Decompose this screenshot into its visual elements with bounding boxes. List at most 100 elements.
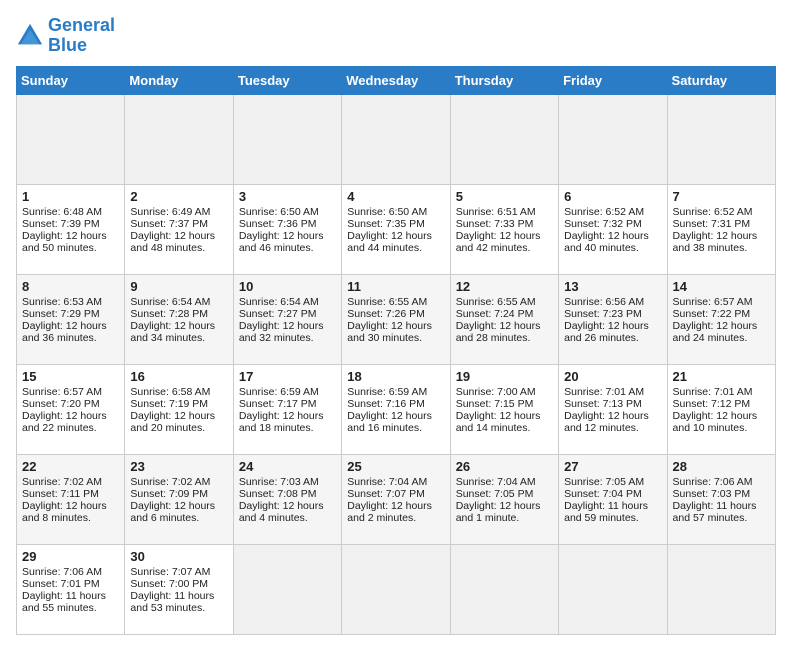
calendar-cell: 14Sunrise: 6:57 AMSunset: 7:22 PMDayligh…	[667, 274, 775, 364]
daylight-text: Daylight: 12 hours and 44 minutes.	[347, 230, 432, 254]
day-number: 21	[673, 369, 770, 384]
calendar-cell: 6Sunrise: 6:52 AMSunset: 7:32 PMDaylight…	[559, 184, 667, 274]
sunrise-text: Sunrise: 6:59 AM	[239, 386, 319, 398]
calendar-cell: 29Sunrise: 7:06 AMSunset: 7:01 PMDayligh…	[17, 544, 125, 634]
column-header-sunday: Sunday	[17, 66, 125, 94]
sunset-text: Sunset: 7:22 PM	[673, 308, 751, 320]
daylight-text: Daylight: 12 hours and 8 minutes.	[22, 500, 107, 524]
column-header-monday: Monday	[125, 66, 233, 94]
sunset-text: Sunset: 7:27 PM	[239, 308, 317, 320]
daylight-text: Daylight: 11 hours and 53 minutes.	[130, 590, 214, 614]
day-number: 12	[456, 279, 553, 294]
calendar-cell	[450, 94, 558, 184]
sunset-text: Sunset: 7:12 PM	[673, 398, 751, 410]
sunset-text: Sunset: 7:24 PM	[456, 308, 534, 320]
day-number: 14	[673, 279, 770, 294]
calendar-cell: 1Sunrise: 6:48 AMSunset: 7:39 PMDaylight…	[17, 184, 125, 274]
sunrise-text: Sunrise: 6:50 AM	[239, 206, 319, 218]
calendar-week-row: 1Sunrise: 6:48 AMSunset: 7:39 PMDaylight…	[17, 184, 776, 274]
calendar-cell: 20Sunrise: 7:01 AMSunset: 7:13 PMDayligh…	[559, 364, 667, 454]
daylight-text: Daylight: 12 hours and 38 minutes.	[673, 230, 758, 254]
sunrise-text: Sunrise: 7:01 AM	[564, 386, 644, 398]
daylight-text: Daylight: 12 hours and 42 minutes.	[456, 230, 541, 254]
day-number: 30	[130, 549, 227, 564]
sunset-text: Sunset: 7:39 PM	[22, 218, 100, 230]
calendar-week-row: 22Sunrise: 7:02 AMSunset: 7:11 PMDayligh…	[17, 454, 776, 544]
sunrise-text: Sunrise: 7:04 AM	[347, 476, 427, 488]
daylight-text: Daylight: 11 hours and 57 minutes.	[673, 500, 757, 524]
sunset-text: Sunset: 7:20 PM	[22, 398, 100, 410]
sunrise-text: Sunrise: 7:03 AM	[239, 476, 319, 488]
daylight-text: Daylight: 12 hours and 16 minutes.	[347, 410, 432, 434]
day-number: 27	[564, 459, 661, 474]
daylight-text: Daylight: 12 hours and 32 minutes.	[239, 320, 324, 344]
calendar-cell	[559, 544, 667, 634]
day-number: 20	[564, 369, 661, 384]
calendar-week-row: 29Sunrise: 7:06 AMSunset: 7:01 PMDayligh…	[17, 544, 776, 634]
calendar-cell: 15Sunrise: 6:57 AMSunset: 7:20 PMDayligh…	[17, 364, 125, 454]
day-number: 4	[347, 189, 444, 204]
calendar-cell	[233, 544, 341, 634]
daylight-text: Daylight: 11 hours and 59 minutes.	[564, 500, 648, 524]
sunset-text: Sunset: 7:35 PM	[347, 218, 425, 230]
sunset-text: Sunset: 7:29 PM	[22, 308, 100, 320]
day-number: 19	[456, 369, 553, 384]
sunrise-text: Sunrise: 6:54 AM	[239, 296, 319, 308]
calendar-cell: 9Sunrise: 6:54 AMSunset: 7:28 PMDaylight…	[125, 274, 233, 364]
daylight-text: Daylight: 12 hours and 12 minutes.	[564, 410, 649, 434]
calendar-cell	[125, 94, 233, 184]
sunrise-text: Sunrise: 7:05 AM	[564, 476, 644, 488]
page-header: General Blue	[16, 16, 776, 56]
sunset-text: Sunset: 7:17 PM	[239, 398, 317, 410]
sunrise-text: Sunrise: 6:55 AM	[456, 296, 536, 308]
calendar-cell	[17, 94, 125, 184]
calendar-header-row: SundayMondayTuesdayWednesdayThursdayFrid…	[17, 66, 776, 94]
sunset-text: Sunset: 7:03 PM	[673, 488, 751, 500]
sunrise-text: Sunrise: 6:55 AM	[347, 296, 427, 308]
sunrise-text: Sunrise: 6:51 AM	[456, 206, 536, 218]
day-number: 22	[22, 459, 119, 474]
day-number: 16	[130, 369, 227, 384]
sunrise-text: Sunrise: 7:02 AM	[22, 476, 102, 488]
daylight-text: Daylight: 12 hours and 28 minutes.	[456, 320, 541, 344]
daylight-text: Daylight: 12 hours and 40 minutes.	[564, 230, 649, 254]
day-number: 2	[130, 189, 227, 204]
calendar-cell	[667, 544, 775, 634]
column-header-wednesday: Wednesday	[342, 66, 450, 94]
calendar-cell: 21Sunrise: 7:01 AMSunset: 7:12 PMDayligh…	[667, 364, 775, 454]
daylight-text: Daylight: 12 hours and 18 minutes.	[239, 410, 324, 434]
daylight-text: Daylight: 12 hours and 24 minutes.	[673, 320, 758, 344]
daylight-text: Daylight: 12 hours and 22 minutes.	[22, 410, 107, 434]
logo-text: General Blue	[48, 16, 115, 56]
sunset-text: Sunset: 7:19 PM	[130, 398, 208, 410]
day-number: 23	[130, 459, 227, 474]
sunrise-text: Sunrise: 6:54 AM	[130, 296, 210, 308]
sunset-text: Sunset: 7:05 PM	[456, 488, 534, 500]
day-number: 29	[22, 549, 119, 564]
day-number: 11	[347, 279, 444, 294]
daylight-text: Daylight: 11 hours and 55 minutes.	[22, 590, 106, 614]
daylight-text: Daylight: 12 hours and 46 minutes.	[239, 230, 324, 254]
daylight-text: Daylight: 12 hours and 2 minutes.	[347, 500, 432, 524]
daylight-text: Daylight: 12 hours and 4 minutes.	[239, 500, 324, 524]
sunset-text: Sunset: 7:09 PM	[130, 488, 208, 500]
sunset-text: Sunset: 7:01 PM	[22, 578, 100, 590]
daylight-text: Daylight: 12 hours and 48 minutes.	[130, 230, 215, 254]
calendar-cell: 28Sunrise: 7:06 AMSunset: 7:03 PMDayligh…	[667, 454, 775, 544]
calendar-cell: 5Sunrise: 6:51 AMSunset: 7:33 PMDaylight…	[450, 184, 558, 274]
calendar-cell: 24Sunrise: 7:03 AMSunset: 7:08 PMDayligh…	[233, 454, 341, 544]
day-number: 10	[239, 279, 336, 294]
logo-icon	[16, 22, 44, 50]
calendar-cell: 3Sunrise: 6:50 AMSunset: 7:36 PMDaylight…	[233, 184, 341, 274]
sunset-text: Sunset: 7:32 PM	[564, 218, 642, 230]
calendar-cell: 13Sunrise: 6:56 AMSunset: 7:23 PMDayligh…	[559, 274, 667, 364]
calendar-cell: 18Sunrise: 6:59 AMSunset: 7:16 PMDayligh…	[342, 364, 450, 454]
daylight-text: Daylight: 12 hours and 34 minutes.	[130, 320, 215, 344]
day-number: 3	[239, 189, 336, 204]
day-number: 9	[130, 279, 227, 294]
sunset-text: Sunset: 7:04 PM	[564, 488, 642, 500]
sunrise-text: Sunrise: 6:59 AM	[347, 386, 427, 398]
sunrise-text: Sunrise: 7:06 AM	[673, 476, 753, 488]
calendar-week-row	[17, 94, 776, 184]
daylight-text: Daylight: 12 hours and 50 minutes.	[22, 230, 107, 254]
